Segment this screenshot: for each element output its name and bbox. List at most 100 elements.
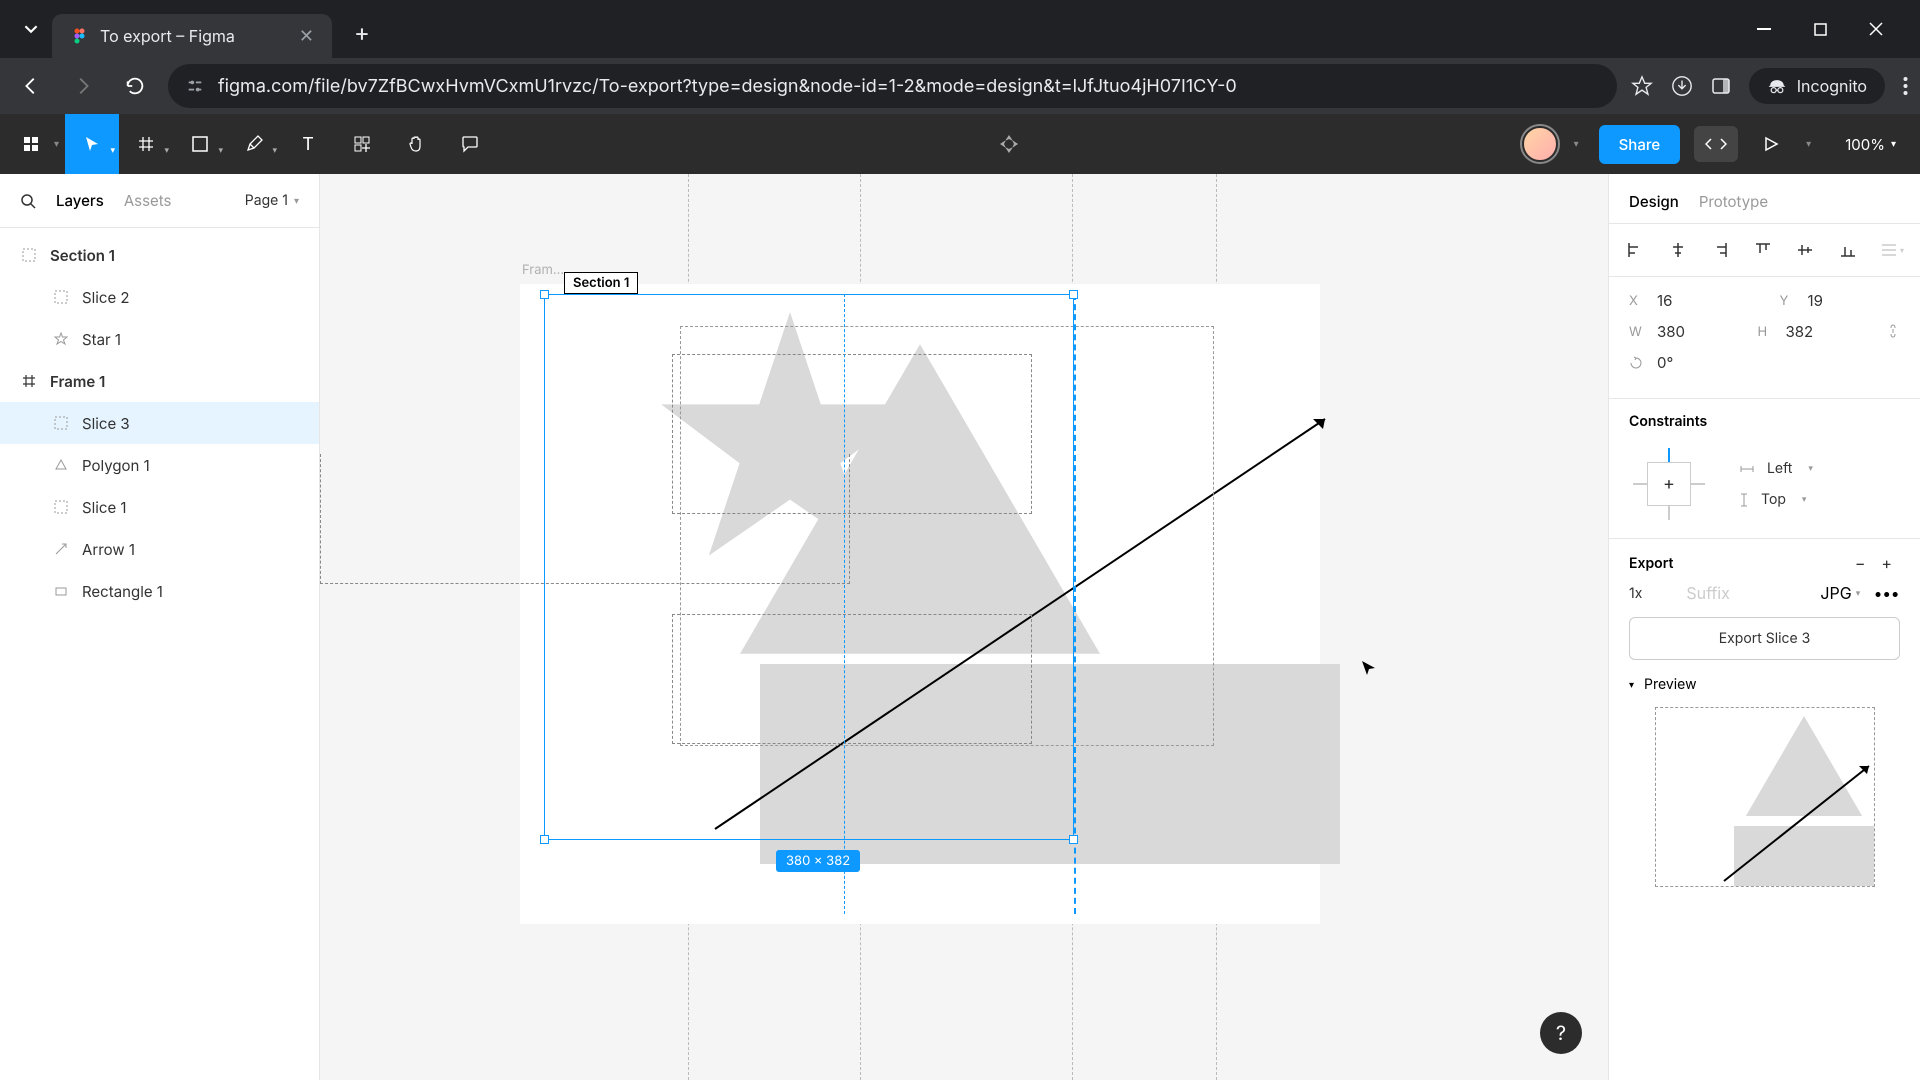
- nav-forward-icon: [64, 67, 102, 105]
- align-top-icon[interactable]: [1753, 238, 1774, 262]
- layer-slice3[interactable]: Slice 3: [0, 402, 319, 444]
- guide-vertical: [1074, 294, 1076, 914]
- nav-reload-icon[interactable]: [116, 67, 154, 105]
- site-settings-icon[interactable]: [186, 77, 204, 95]
- avatar-caret-icon[interactable]: ▾: [1572, 138, 1585, 150]
- layers-tab[interactable]: Layers: [56, 191, 104, 210]
- constrain-proportions-icon[interactable]: [1886, 322, 1900, 341]
- height-field[interactable]: H382: [1758, 322, 1857, 341]
- present-button[interactable]: [1752, 136, 1790, 152]
- frame-label[interactable]: Fram...: [522, 262, 564, 278]
- dev-mode-toggle[interactable]: [1694, 126, 1738, 162]
- rectangle-icon: [52, 582, 70, 600]
- share-button[interactable]: Share: [1599, 125, 1681, 164]
- layer-arrow1[interactable]: Arrow 1: [0, 528, 319, 570]
- incognito-label: Incognito: [1797, 76, 1867, 96]
- preview-toggle[interactable]: ▾ Preview: [1629, 676, 1900, 693]
- section-tag[interactable]: Section 1: [564, 272, 638, 294]
- pen-tool[interactable]: ▾: [227, 114, 281, 174]
- align-left-icon[interactable]: [1625, 238, 1646, 262]
- layer-frame1[interactable]: Frame 1: [0, 360, 319, 402]
- export-title: Export: [1629, 555, 1673, 572]
- constraint-widget[interactable]: +: [1629, 444, 1709, 524]
- export-options-icon[interactable]: •••: [1874, 583, 1900, 603]
- main-menu-caret-icon[interactable]: ▾: [52, 138, 65, 150]
- rotation-icon: [1629, 356, 1645, 370]
- figma-menu-icon[interactable]: [10, 123, 52, 165]
- vertical-icon: [1739, 492, 1749, 508]
- text-tool[interactable]: T: [281, 114, 335, 174]
- layer-slice2[interactable]: Slice 2: [0, 276, 319, 318]
- align-right-icon[interactable]: [1710, 238, 1731, 262]
- window-minimize-icon[interactable]: [1746, 14, 1782, 44]
- export-scale[interactable]: 1x: [1629, 585, 1642, 602]
- layer-search-icon[interactable]: [20, 193, 36, 209]
- constraint-vertical[interactable]: Top▾: [1739, 491, 1813, 508]
- constraint-horizontal[interactable]: Left▾: [1739, 460, 1813, 477]
- export-add-icon[interactable]: +: [1873, 553, 1900, 573]
- export-preview: [1655, 707, 1875, 887]
- tab-search-dropdown[interactable]: [10, 8, 52, 50]
- window-maximize-icon[interactable]: [1802, 14, 1838, 44]
- align-bottom-icon[interactable]: [1838, 238, 1859, 262]
- help-button[interactable]: ?: [1540, 1012, 1582, 1054]
- collab-cursor-icon[interactable]: [997, 132, 1021, 156]
- polygon-icon: [52, 456, 70, 474]
- hand-tool[interactable]: [389, 114, 443, 174]
- dimension-badge: 380 × 382: [776, 850, 860, 872]
- frame-tool[interactable]: ▾: [119, 114, 173, 174]
- move-tool[interactable]: ▾: [65, 114, 119, 174]
- export-format[interactable]: JPG▾: [1820, 583, 1860, 603]
- export-remove-icon[interactable]: −: [1847, 553, 1874, 573]
- distribute-icon[interactable]: ▾: [1880, 238, 1904, 262]
- incognito-indicator[interactable]: Incognito: [1749, 68, 1885, 104]
- layer-rectangle1[interactable]: Rectangle 1: [0, 570, 319, 612]
- prototype-tab[interactable]: Prototype: [1699, 192, 1768, 211]
- layer-slice1[interactable]: Slice 1: [0, 486, 319, 528]
- layer-section1[interactable]: Section 1: [0, 234, 319, 276]
- canvas[interactable]: Fram... Section 1: [320, 174, 1608, 1080]
- export-button[interactable]: Export Slice 3: [1629, 617, 1900, 660]
- slice-icon: [52, 288, 70, 306]
- selection-handle[interactable]: [540, 835, 549, 844]
- resources-tool[interactable]: [335, 114, 389, 174]
- window-close-icon[interactable]: [1858, 14, 1894, 44]
- comment-tool[interactable]: [443, 114, 497, 174]
- align-vcenter-icon[interactable]: [1795, 238, 1816, 262]
- width-field[interactable]: W380: [1629, 322, 1728, 341]
- nav-back-icon[interactable]: [12, 67, 50, 105]
- assets-tab[interactable]: Assets: [124, 191, 172, 210]
- selection-handle[interactable]: [1069, 290, 1078, 299]
- selection-box[interactable]: [544, 294, 1074, 840]
- export-suffix-field[interactable]: Suffix: [1656, 583, 1806, 603]
- bookmark-icon[interactable]: [1631, 75, 1653, 97]
- browser-menu-icon[interactable]: [1903, 76, 1908, 96]
- selection-handle[interactable]: [540, 290, 549, 299]
- tab-close-icon[interactable]: ✕: [299, 26, 314, 47]
- zoom-control[interactable]: 100%▾: [1831, 135, 1910, 154]
- rotation-field[interactable]: 0°: [1629, 353, 1900, 372]
- selection-handle[interactable]: [1069, 835, 1078, 844]
- downloads-icon[interactable]: [1671, 75, 1693, 97]
- browser-tab[interactable]: To export – Figma ✕: [52, 14, 332, 58]
- x-field[interactable]: X16: [1629, 291, 1750, 310]
- user-avatar[interactable]: [1522, 126, 1558, 162]
- design-tab[interactable]: Design: [1629, 192, 1679, 211]
- arrow-icon: [52, 540, 70, 558]
- section-icon: [20, 246, 38, 264]
- y-field[interactable]: Y19: [1780, 291, 1901, 310]
- slice-icon: [52, 498, 70, 516]
- new-tab-button[interactable]: +: [332, 18, 392, 47]
- url-bar[interactable]: figma.com/file/bv7ZfBCwxHvmVCxmU1rvzc/To…: [168, 64, 1617, 108]
- slice-icon: [52, 414, 70, 432]
- incognito-icon: [1767, 78, 1787, 94]
- layer-polygon1[interactable]: Polygon 1: [0, 444, 319, 486]
- align-hcenter-icon[interactable]: [1668, 238, 1689, 262]
- frame-icon: [20, 372, 38, 390]
- sidepanel-icon[interactable]: [1711, 76, 1731, 96]
- present-caret-icon[interactable]: ▾: [1804, 138, 1817, 150]
- star-icon: [52, 330, 70, 348]
- page-selector[interactable]: Page 1▾: [245, 192, 299, 209]
- shape-tool[interactable]: ▾: [173, 114, 227, 174]
- layer-star1[interactable]: Star 1: [0, 318, 319, 360]
